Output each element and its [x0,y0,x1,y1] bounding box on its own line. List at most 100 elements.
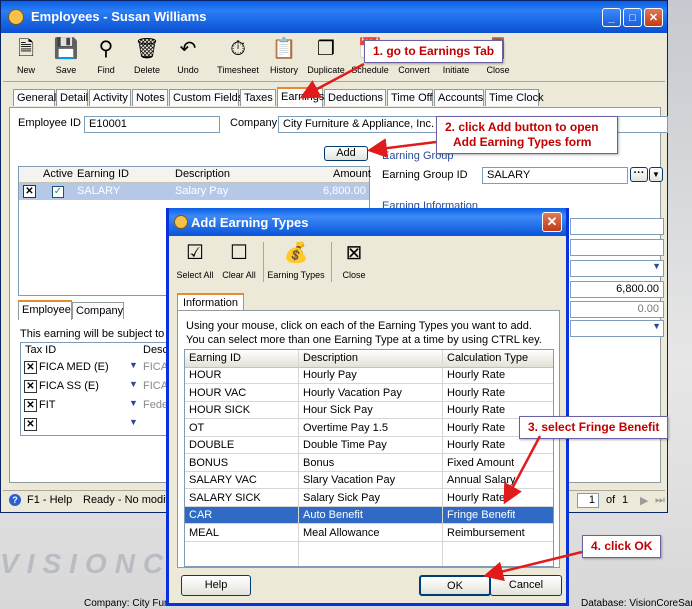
duplicate-button[interactable]: ❐ Duplicate [305,35,347,79]
window-close-icon[interactable]: ✕ [644,8,663,27]
earning-types-grid-header: Earning ID Description Calculation Type [185,350,553,368]
tab-notes[interactable]: Notes [132,89,168,106]
minimize-icon[interactable]: _ [602,8,621,27]
instruction-line-2: You can select more than one Earning Typ… [186,334,542,346]
select-all-button[interactable]: ☑ Select All [175,239,215,285]
new-button[interactable]: 🗎 New [5,35,47,79]
delete-row-icon[interactable]: ✕ [23,185,36,198]
earning-types-icon: 💰 [283,242,309,264]
dialog-close-icon[interactable]: ✕ [542,212,562,232]
tab-general[interactable]: General [13,89,56,106]
earning-id-cell: SALARY VAC [189,474,257,486]
earning-group-id-field[interactable]: SALARY [482,167,628,184]
table-row[interactable]: HOUR VAC Hourly Vacation Pay Hourly Rate [185,385,553,402]
annotation-step-1: 1. go to Earnings Tab [364,40,504,63]
description-cell: Salary Sick Pay [303,491,381,504]
tab-deductions[interactable]: Deductions [324,89,386,106]
tab-detail[interactable]: Detail [56,89,88,106]
last-page-icon[interactable]: ⏭ [655,494,665,507]
col-calculation-type[interactable]: Calculation Type [447,352,528,364]
tab-time-off[interactable]: Time Off [387,89,433,106]
timesheet-button[interactable]: ⏱ Timesheet [215,35,261,79]
tax-grid: Tax ID Descr ✕ FICA MED (E) ▼ FICA M ✕ F… [20,342,180,436]
chevron-down-icon[interactable]: ▼ [649,167,663,182]
zero-field[interactable]: 0.00 [570,301,664,318]
dialog-close-button[interactable]: ⊠ Close [337,239,371,285]
calculation-type-cell: Fixed Amount [447,456,515,469]
help-button[interactable]: Help [181,575,251,596]
clear-all-button[interactable]: ☐ Clear All [219,239,259,285]
calculation-type-cell: Reimbursement [447,526,525,539]
active-checkbox[interactable]: ✓ [52,186,64,198]
table-row[interactable]: CAR Auto Benefit Fringe Benefit [185,507,553,524]
table-row[interactable]: ✕ ✓ SALARY Salary Pay 6,800.00 [19,183,369,200]
chevron-down-icon[interactable]: ▼ [129,398,138,408]
col-tax-id[interactable]: Tax ID [25,344,56,356]
table-row[interactable]: BONUS Bonus Fixed Amount [185,455,553,472]
tab-custom-fields[interactable]: Custom Fields [169,89,243,106]
chevron-down-icon[interactable]: ▼ [129,417,138,427]
col-active[interactable]: Active [43,168,73,180]
col-description[interactable]: Description [303,352,358,364]
tab-activity[interactable]: Activity [89,89,131,106]
chevron-down-icon[interactable]: ▼ [129,360,138,370]
table-row[interactable]: ✕ FICA SS (E) ▼ FICA S [21,378,178,396]
save-button[interactable]: 💾 Save [45,35,87,79]
history-button[interactable]: 📋 History [263,35,305,79]
description-cell: Auto Benefit [303,509,363,521]
calculation-type-cell: Hourly Rate [447,439,506,451]
tab-information[interactable]: Information [177,293,245,311]
description-cell: Meal Allowance [303,526,380,539]
annotation-step-3: 3. select Fringe Benefit [519,416,669,439]
amount-field[interactable]: 6,800.00 [570,281,664,298]
undo-button[interactable]: ↶ Undo [167,35,209,79]
earning-types-button[interactable]: 💰 Earning Types [267,239,325,285]
employee-id-field[interactable]: E10001 [84,116,220,133]
table-row[interactable]: OT Overtime Pay 1.5 Hourly Rate [185,420,553,437]
delete-button[interactable]: 🗑 Delete [126,35,168,79]
chevron-down-icon[interactable]: ▼ [129,379,138,389]
calculation-type-cell: Hourly Rate [447,491,506,504]
col-earning-id[interactable]: Earning ID [189,352,241,364]
delete-row-icon[interactable]: ✕ [24,399,37,412]
toolbar-separator [263,242,264,282]
info-field-1[interactable] [570,218,664,235]
col-amount[interactable]: Amount [333,168,371,180]
col-earning-id[interactable]: Earning ID [77,168,129,180]
page-number-field[interactable]: 1 [577,493,599,508]
table-row[interactable]: MEAL Meal Allowance Reimbursement [185,525,553,542]
table-row[interactable]: HOUR Hourly Pay Hourly Rate [185,367,553,384]
subtab-company[interactable]: Company [72,302,124,319]
delete-row-icon[interactable]: ✕ [24,361,37,374]
add-button[interactable]: Add [324,146,368,161]
tab-accounts[interactable]: Accounts [434,89,484,106]
table-row[interactable]: ✕ FIT ▼ Feder [21,397,172,415]
table-row[interactable]: DOUBLE Double Time Pay Hourly Rate [185,437,553,454]
delete-row-icon[interactable]: ✕ [24,418,37,431]
info-field-2[interactable] [570,239,664,256]
duplicate-icon: ❐ [317,38,335,60]
table-row[interactable]: SALARY SICK Salary Sick Pay Hourly Rate [185,490,553,507]
subtab-employee[interactable]: Employee [18,300,72,320]
status-help[interactable]: F1 - Help [27,494,72,506]
table-row[interactable]: SALARY VAC Slary Vacation Pay Annual Salar… [185,472,553,489]
cancel-button[interactable]: Cancel [490,575,562,596]
info-select-1[interactable]: ▼ [570,260,664,277]
page-of-label: of [606,494,616,506]
next-page-icon[interactable]: ▶ [640,494,648,507]
ok-button[interactable]: OK [419,575,491,596]
table-row[interactable]: ✕ ▼ [21,416,169,434]
delete-row-icon[interactable]: ✕ [24,380,37,393]
tab-earnings[interactable]: Earnings [277,87,324,107]
tab-time-clock[interactable]: Time Clock [485,89,544,106]
table-row[interactable]: ✕ FICA MED (E) ▼ FICA M [21,359,180,377]
table-row[interactable]: HOUR SICK Hour Sick Pay Hourly Rate [185,402,553,419]
col-description[interactable]: Description [175,168,230,180]
floppy-disk-icon: 💾 [53,38,79,60]
lookup-ellipsis-button[interactable]: ··· [630,167,648,182]
maximize-icon[interactable]: □ [623,8,642,27]
info-select-2[interactable]: ▼ [570,320,664,337]
find-button[interactable]: ⚲ Find [85,35,127,79]
help-icon[interactable]: ? [9,494,21,506]
tab-taxes[interactable]: Taxes [240,89,276,106]
